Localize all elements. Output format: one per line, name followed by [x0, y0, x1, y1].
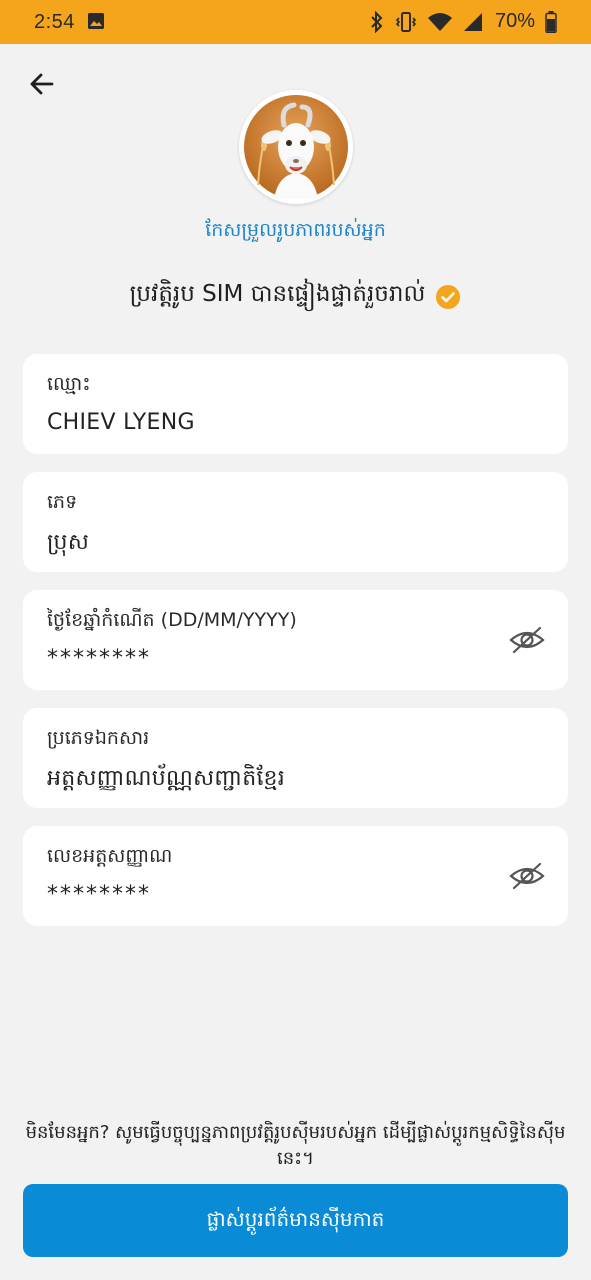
id-number-field: លេខអត្តសញ្ញាណ ******** — [23, 826, 568, 926]
back-arrow-icon[interactable] — [26, 68, 58, 100]
change-sim-info-button[interactable]: ផ្លាស់ប្តូរព័ត៌មានស៊ីមកាត — [23, 1184, 568, 1257]
field-value: ប្រុស — [47, 530, 90, 555]
image-notification-icon — [88, 13, 104, 29]
field-label: ឈ្មោះ — [47, 373, 91, 395]
field-value-masked: ******** — [47, 882, 151, 907]
verified-status: ប្រវត្តិរូប SIM បានផ្ទៀងផ្ទាត់រួចរាល់ — [0, 280, 591, 313]
check-circle-icon — [436, 284, 461, 309]
vibrate-icon — [395, 11, 417, 32]
dob-field: ថ្ងៃខែឆ្នាំកំណើត (DD/MM/YYYY) ******** — [23, 590, 568, 690]
eye-off-icon[interactable] — [508, 624, 546, 656]
field-label: លេខអត្តសញ្ញាណ — [47, 845, 173, 867]
profile-avatar[interactable] — [239, 90, 353, 204]
field-value: អត្តសញ្ញាណប័ណ្ណសញ្ជាតិខ្មែរ — [47, 766, 285, 791]
name-field: ឈ្មោះ CHIEV LYENG — [23, 354, 568, 454]
status-icons: 70% — [369, 10, 557, 33]
battery-icon — [545, 10, 557, 33]
goat-avatar-image — [244, 95, 348, 199]
field-value-masked: ******** — [47, 646, 151, 671]
battery-percent: 70% — [494, 10, 535, 32]
bluetooth-icon — [371, 10, 383, 33]
document-type-field: ប្រភេទឯកសារ អត្តសញ្ញាណប័ណ្ណសញ្ជាតិខ្មែរ — [23, 708, 568, 808]
wifi-icon — [427, 12, 452, 31]
status-bar: 2:54 70% — [0, 0, 591, 44]
field-label: ប្រភេទឯកសារ — [47, 727, 150, 749]
eye-off-icon[interactable] — [508, 860, 546, 892]
ownership-notice: មិនមែនអ្នក? សូមធ្វើបច្ចុប្បន្នភាពប្រវត្ត… — [25, 1122, 566, 1169]
edit-photo-link[interactable]: កែសម្រួលរូបភាពរបស់អ្នក — [0, 218, 591, 246]
status-time: 2:54 — [34, 11, 75, 33]
field-value: CHIEV LYENG — [47, 410, 195, 435]
field-label: ថ្ងៃខែឆ្នាំកំណើត (DD/MM/YYYY) — [47, 609, 297, 631]
field-label: ភេទ — [47, 491, 78, 513]
signal-icon — [463, 12, 482, 31]
verified-text: ប្រវត្តិរូប SIM បានផ្ទៀងផ្ទាត់រួចរាល់ — [129, 281, 426, 307]
gender-field: ភេទ ប្រុស — [23, 472, 568, 572]
